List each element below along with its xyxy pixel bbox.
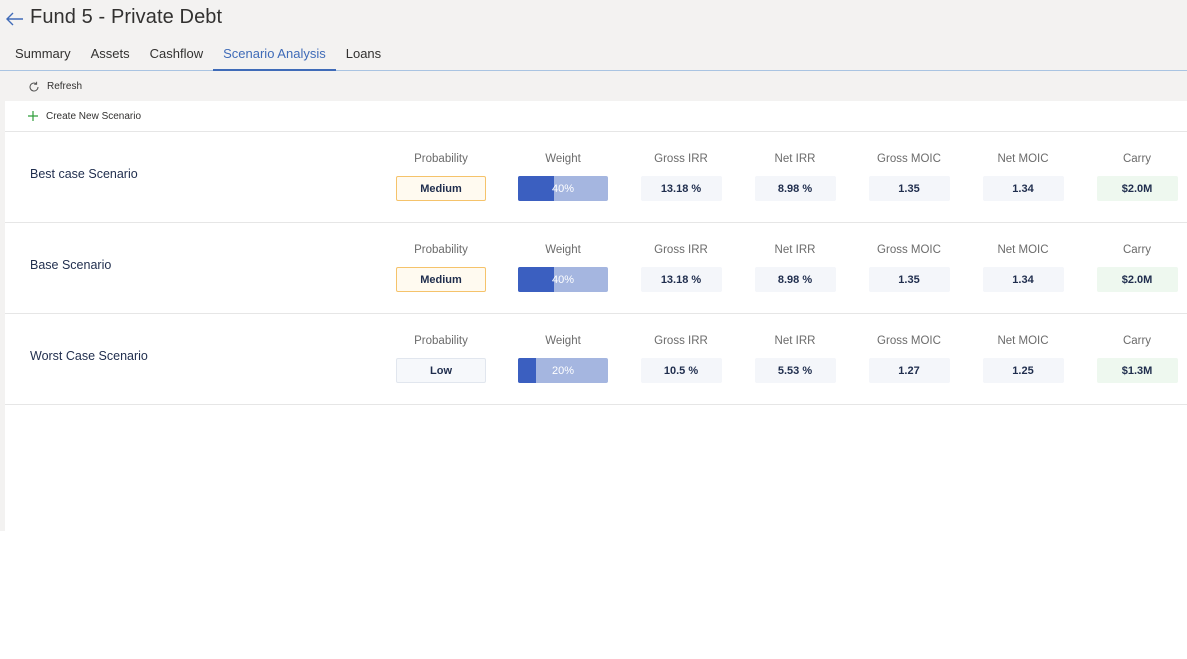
gross-irr-column: Gross IRR 13.18 % (636, 152, 726, 201)
carry-column: Carry $2.0M (1092, 152, 1182, 201)
probability-label: Probability (414, 153, 468, 165)
net-irr-value: 8.98 % (754, 176, 836, 201)
carry-label: Carry (1122, 153, 1152, 165)
carry-label: Carry (1122, 244, 1152, 256)
weight-value: 40% (551, 182, 575, 195)
carry-column: Carry $1.3M (1092, 334, 1182, 383)
weight-column: Weight 20% (518, 334, 608, 383)
refresh-label: Refresh (47, 81, 83, 92)
gross-irr-value: 13.18 % (640, 267, 722, 292)
scenario-row: Best case Scenario Probability Medium We… (5, 132, 1187, 223)
probability-badge[interactable]: Medium (396, 267, 486, 292)
gross-irr-column: Gross IRR 13.18 % (636, 243, 726, 292)
gross-irr-value: 10.5 % (640, 358, 722, 383)
tab-cashflow[interactable]: Cashflow (140, 42, 213, 70)
gross-irr-value: 13.18 % (640, 176, 722, 201)
arrow-left-icon[interactable] (5, 9, 25, 29)
net-moic-column: Net MOIC 1.34 (978, 243, 1068, 292)
probability-label: Probability (414, 244, 468, 256)
weight-bar[interactable]: 40% (518, 267, 608, 292)
weight-bar[interactable]: 40% (518, 176, 608, 201)
page-title: Fund 5 - Private Debt (30, 5, 223, 28)
refresh-button[interactable]: Refresh (0, 72, 1187, 101)
probability-label: Probability (414, 335, 468, 347)
tab-bar: Summary Assets Cashflow Scenario Analysi… (0, 42, 1187, 71)
weight-value: 40% (551, 273, 575, 286)
net-moic-label: Net MOIC (997, 335, 1049, 347)
create-new-scenario-button[interactable]: Create New Scenario (5, 101, 1187, 132)
gross-moic-label: Gross MOIC (877, 335, 941, 347)
net-moic-label: Net MOIC (997, 153, 1049, 165)
weight-bar[interactable]: 20% (518, 358, 608, 383)
gross-irr-column: Gross IRR 10.5 % (636, 334, 726, 383)
gross-moic-label: Gross MOIC (877, 153, 941, 165)
gross-moic-value: 1.27 (868, 358, 950, 383)
panel-bottom (0, 531, 1187, 659)
scenario-panel: Create New Scenario Best case Scenario P… (5, 101, 1187, 531)
scenario-name[interactable]: Worst Case Scenario (30, 349, 148, 363)
net-moic-value: 1.34 (982, 267, 1064, 292)
page-header: Fund 5 - Private Debt (0, 0, 1187, 34)
net-irr-label: Net IRR (774, 335, 816, 347)
weight-column: Weight 40% (518, 243, 608, 292)
net-moic-column: Net MOIC 1.25 (978, 334, 1068, 383)
gross-moic-value: 1.35 (868, 176, 950, 201)
plus-icon (27, 110, 39, 122)
carry-label: Carry (1122, 335, 1152, 347)
gross-irr-label: Gross IRR (654, 335, 708, 347)
net-moic-label: Net MOIC (997, 244, 1049, 256)
tab-summary[interactable]: Summary (5, 42, 81, 70)
weight-label: Weight (545, 335, 581, 347)
carry-value: $1.3M (1096, 358, 1178, 383)
net-irr-column: Net IRR 5.53 % (750, 334, 840, 383)
weight-label: Weight (545, 244, 581, 256)
gross-irr-label: Gross IRR (654, 153, 708, 165)
scenario-row: Worst Case Scenario Probability Low Weig… (5, 314, 1187, 405)
weight-column: Weight 40% (518, 152, 608, 201)
carry-column: Carry $2.0M (1092, 243, 1182, 292)
carry-value: $2.0M (1096, 267, 1178, 292)
probability-column: Probability Medium (396, 152, 486, 201)
gross-moic-column: Gross MOIC 1.27 (864, 334, 954, 383)
weight-value: 20% (551, 364, 575, 377)
create-new-scenario-label: Create New Scenario (46, 110, 142, 122)
net-irr-column: Net IRR 8.98 % (750, 243, 840, 292)
net-moic-value: 1.34 (982, 176, 1064, 201)
scenario-name[interactable]: Base Scenario (30, 258, 111, 272)
net-moic-value: 1.25 (982, 358, 1064, 383)
gross-moic-column: Gross MOIC 1.35 (864, 243, 954, 292)
tab-scenario-analysis[interactable]: Scenario Analysis (213, 42, 336, 71)
net-irr-value: 8.98 % (754, 267, 836, 292)
scenario-row: Base Scenario Probability Medium Weight … (5, 223, 1187, 314)
probability-badge[interactable]: Medium (396, 176, 486, 201)
gross-moic-column: Gross MOIC 1.35 (864, 152, 954, 201)
net-irr-column: Net IRR 8.98 % (750, 152, 840, 201)
gross-irr-label: Gross IRR (654, 244, 708, 256)
carry-value: $2.0M (1096, 176, 1178, 201)
net-irr-label: Net IRR (774, 244, 816, 256)
probability-badge[interactable]: Low (396, 358, 486, 383)
net-irr-label: Net IRR (774, 153, 816, 165)
tab-loans[interactable]: Loans (336, 42, 391, 70)
gross-moic-label: Gross MOIC (877, 244, 941, 256)
tab-assets[interactable]: Assets (81, 42, 140, 70)
scenario-name[interactable]: Best case Scenario (30, 167, 138, 181)
gross-moic-value: 1.35 (868, 267, 950, 292)
probability-column: Probability Medium (396, 243, 486, 292)
refresh-icon (28, 81, 40, 93)
probability-column: Probability Low (396, 334, 486, 383)
weight-label: Weight (545, 153, 581, 165)
net-irr-value: 5.53 % (754, 358, 836, 383)
net-moic-column: Net MOIC 1.34 (978, 152, 1068, 201)
